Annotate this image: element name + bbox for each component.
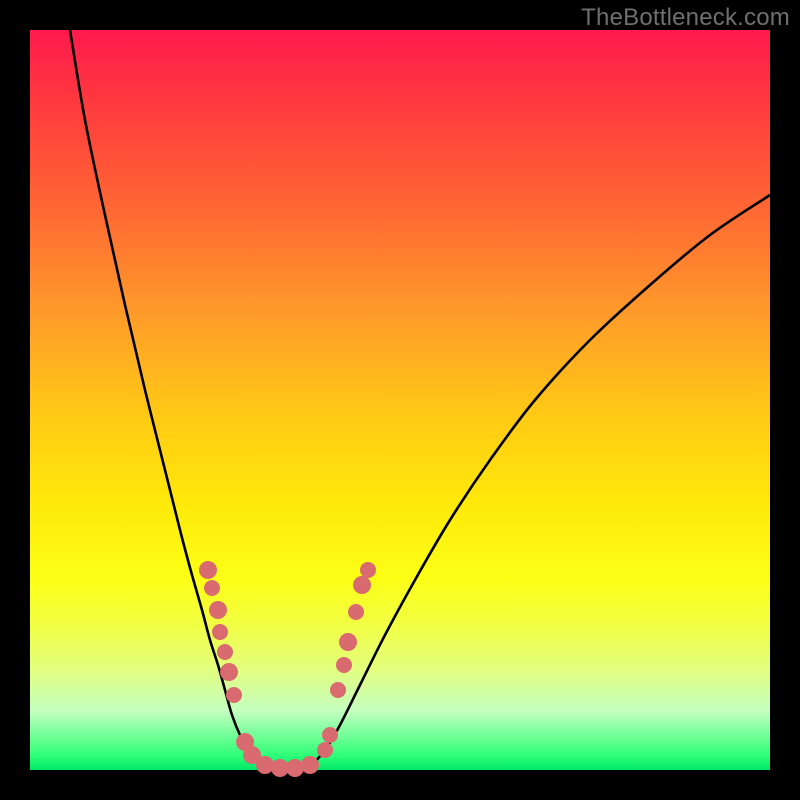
data-marker <box>256 756 274 774</box>
data-marker <box>286 759 304 777</box>
data-marker <box>217 644 233 660</box>
data-marker <box>317 742 333 758</box>
data-marker <box>348 604 364 620</box>
curve-right <box>310 195 770 767</box>
data-marker <box>336 657 352 673</box>
data-marker <box>226 687 242 703</box>
chart-frame: TheBottleneck.com <box>0 0 800 800</box>
chart-svg <box>30 30 770 770</box>
data-marker <box>360 562 376 578</box>
marker-group <box>199 561 376 777</box>
data-marker <box>212 624 228 640</box>
data-marker <box>220 663 238 681</box>
data-marker <box>353 576 371 594</box>
data-marker <box>301 756 319 774</box>
data-marker <box>322 727 338 743</box>
data-marker <box>204 580 220 596</box>
curve-group <box>70 30 770 769</box>
watermark-text: TheBottleneck.com <box>581 4 790 32</box>
data-marker <box>209 601 227 619</box>
data-marker <box>330 682 346 698</box>
plot-area <box>30 30 770 770</box>
curve-left <box>70 30 265 767</box>
data-marker <box>339 633 357 651</box>
data-marker <box>199 561 217 579</box>
